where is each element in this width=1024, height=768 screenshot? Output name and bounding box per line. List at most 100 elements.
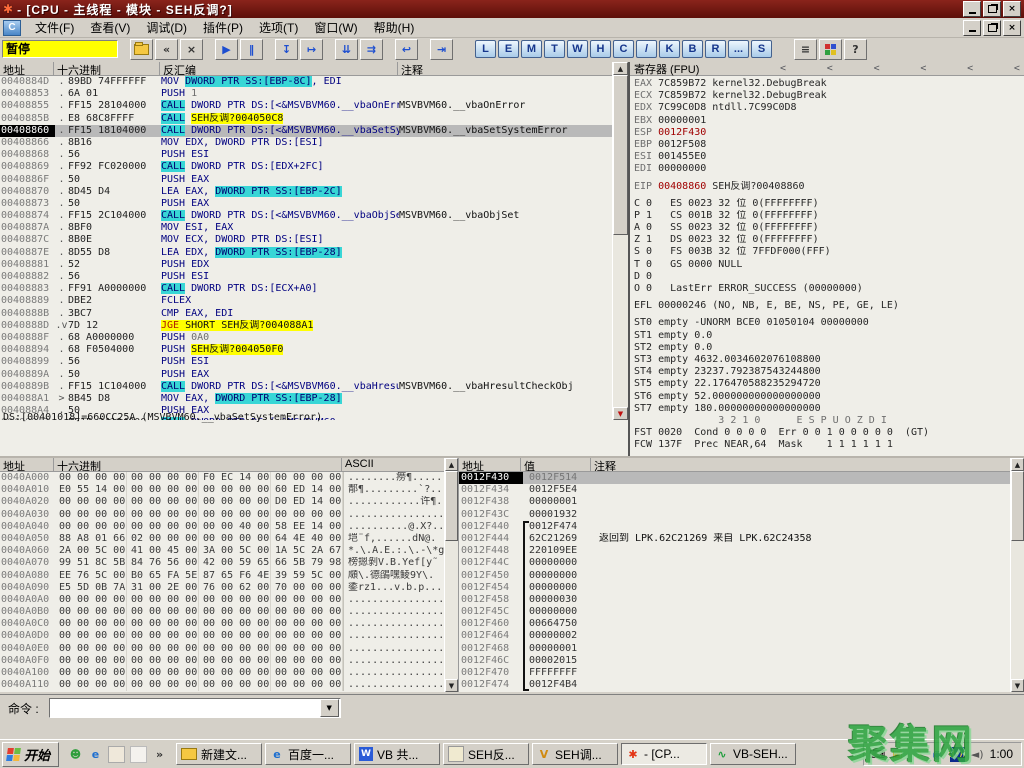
stack-row-0012F43C[interactable]: 0012F43C00001932 bbox=[459, 509, 1010, 521]
register-line-11[interactable]: C 0 ES 0023 32 位 0(FFFFFFFF) bbox=[630, 198, 1024, 210]
stack-col-address[interactable]: 地址 bbox=[459, 458, 521, 471]
dump-scroll-thumb[interactable] bbox=[445, 471, 458, 541]
window-button-T[interactable]: T bbox=[544, 40, 565, 58]
register-line-13[interactable]: A 0 SS 0023 32 位 0(FFFFFFFF) bbox=[630, 222, 1024, 234]
chevron-left-icon[interactable]: < bbox=[874, 63, 880, 74]
disasm-row-00408889[interactable]: 00408889.DBE2FCLEX bbox=[0, 295, 612, 307]
restore-button[interactable] bbox=[983, 1, 1001, 17]
dump-row-0040A030[interactable]: 0040A03000 00 00 0000 00 00 0000 00 00 0… bbox=[0, 509, 444, 521]
stack-row-0012F438[interactable]: 0012F43800000001 bbox=[459, 496, 1010, 508]
menu-item-6[interactable]: 帮助(H) bbox=[366, 17, 423, 38]
run-to-user-button[interactable]: ⇥ bbox=[430, 39, 453, 60]
stack-row-0012F440[interactable]: 0012F4400012F474 bbox=[459, 521, 1010, 533]
window-button-M[interactable]: M bbox=[521, 40, 542, 58]
dump-row-0040A0D0[interactable]: 0040A0D000 00 00 0000 00 00 0000 00 00 0… bbox=[0, 630, 444, 642]
internet-explorer-icon[interactable]: e bbox=[88, 747, 103, 762]
dump-row-0040A020[interactable]: 0040A02000 00 00 0000 00 00 0000 00 00 0… bbox=[0, 496, 444, 508]
col-disasm[interactable]: 反汇编 bbox=[160, 62, 398, 75]
register-line-32[interactable]: FCW 137F Prec NEAR,64 Mask 1 1 1 1 1 1 bbox=[630, 439, 1024, 451]
close-button[interactable]: × bbox=[1003, 1, 1021, 17]
open-file-button[interactable] bbox=[130, 39, 153, 60]
dump-row-0040A010[interactable]: 0040A010E0 55 14 0000 00 00 0000 00 00 0… bbox=[0, 484, 444, 496]
disasm-row-00408868[interactable]: 00408868.56PUSH ESI bbox=[0, 149, 612, 161]
register-line-1[interactable]: ECX 7C859B72 kernel32.DebugBreak bbox=[630, 90, 1024, 102]
register-line-16[interactable]: T 0 GS 0000 NULL bbox=[630, 259, 1024, 271]
dump-row-0040A040[interactable]: 0040A04000 00 00 0000 00 00 0000 00 40 0… bbox=[0, 521, 444, 533]
disasm-row-00408869[interactable]: 00408869.FF92 FC020000CALL DWORD PTR DS:… bbox=[0, 161, 612, 173]
stack-scroll-up-icon[interactable]: ▲ bbox=[1011, 458, 1024, 471]
disasm-row-00408881[interactable]: 00408881.52PUSH EDX bbox=[0, 259, 612, 271]
window-button-K[interactable]: K bbox=[659, 40, 680, 58]
window-button-C[interactable]: C bbox=[613, 40, 634, 58]
register-line-18[interactable]: O 0 LastErr ERROR_SUCCESS (00000000) bbox=[630, 283, 1024, 295]
register-line-5[interactable]: EBP 0012F508 bbox=[630, 139, 1024, 151]
register-line-6[interactable]: ESI 001455E0 bbox=[630, 151, 1024, 163]
help-button[interactable]: ? bbox=[844, 39, 867, 60]
disasm-row-00408874[interactable]: 00408874.FF15 2C104000CALL DWORD PTR DS:… bbox=[0, 210, 612, 222]
stack-row-0012F458[interactable]: 0012F45800000030 bbox=[459, 594, 1010, 606]
window-button-L[interactable]: L bbox=[475, 40, 496, 58]
chevron-left-icon[interactable]: < bbox=[967, 63, 973, 74]
register-line-22[interactable]: ST0 empty -UNORM BCE0 01050104 00000000 bbox=[630, 317, 1024, 329]
register-line-26[interactable]: ST4 empty 23237.792387543244800 bbox=[630, 366, 1024, 378]
window-button-B[interactable]: B bbox=[682, 40, 703, 58]
stack-row-0012F474[interactable]: 0012F4740012F4B4 bbox=[459, 679, 1010, 691]
dump-row-0040A0B0[interactable]: 0040A0B000 00 00 0000 00 00 0000 00 00 0… bbox=[0, 606, 444, 618]
register-line-15[interactable]: S 0 FS 003B 32 位 7FFDF000(FFF) bbox=[630, 246, 1024, 258]
dump-row-0040A090[interactable]: 0040A090E5 5D 0B 7A31 00 2E 0076 00 62 0… bbox=[0, 582, 444, 594]
stack-row-0012F46C[interactable]: 0012F46C00002015 bbox=[459, 655, 1010, 667]
dropdown-arrow-icon[interactable]: ▼ bbox=[320, 699, 339, 717]
disasm-row-0040886F[interactable]: 0040886F.50PUSH EAX bbox=[0, 174, 612, 186]
stack-row-0012F454[interactable]: 0012F45400000000 bbox=[459, 582, 1010, 594]
mdi-close-button[interactable]: × bbox=[1003, 20, 1021, 36]
window-button-/[interactable]: / bbox=[636, 40, 657, 58]
pause-button[interactable]: ‖ bbox=[240, 39, 263, 60]
run-to-return-button[interactable]: ↩ bbox=[395, 39, 418, 60]
step-into-button[interactable]: ↧ bbox=[275, 39, 298, 60]
window-button-E[interactable]: E bbox=[498, 40, 519, 58]
menu-item-5[interactable]: 窗口(W) bbox=[306, 17, 365, 38]
col-comment[interactable]: 注释 bbox=[398, 62, 628, 75]
dump-row-0040A050[interactable]: 0040A05088 A8 01 6602 00 00 0000 00 00 0… bbox=[0, 533, 444, 545]
disasm-row-0040887A[interactable]: 0040887A.8BF0MOV ESI, EAX bbox=[0, 222, 612, 234]
stack-row-0012F464[interactable]: 0012F46400000002 bbox=[459, 630, 1010, 642]
disasm-row-00408870[interactable]: 00408870.8D45 D4LEA EAX, DWORD PTR SS:[E… bbox=[0, 186, 612, 198]
stack-col-value[interactable]: 值 bbox=[521, 458, 591, 471]
disasm-row-00408866[interactable]: 00408866.8B16MOV EDX, DWORD PTR DS:[ESI] bbox=[0, 137, 612, 149]
dump-row-0040A080[interactable]: 0040A080EE 76 5C 00B0 65 FA 5E87 65 F6 4… bbox=[0, 570, 444, 582]
register-line-14[interactable]: Z 1 DS 0023 32 位 0(FFFFFFFF) bbox=[630, 234, 1024, 246]
dump-row-0040A0F0[interactable]: 0040A0F000 00 00 0000 00 00 0000 00 00 0… bbox=[0, 655, 444, 667]
col-hex[interactable]: 十六进制 bbox=[54, 62, 160, 75]
scroll-thumb[interactable] bbox=[613, 75, 628, 235]
dump-col-address[interactable]: 地址 bbox=[0, 458, 54, 471]
dump-row-0040A110[interactable]: 0040A11000 00 00 0000 00 00 0000 00 00 0… bbox=[0, 679, 444, 691]
disasm-row-0040885B[interactable]: 0040885B.E8 68C8FFFFCALL SEH反调?004050C8 bbox=[0, 113, 612, 125]
colors-button[interactable] bbox=[819, 39, 842, 60]
stack-row-0012F44C[interactable]: 0012F44C00000000 bbox=[459, 557, 1010, 569]
register-line-30[interactable]: 3 2 1 0 E S P U O Z D I bbox=[630, 415, 1024, 427]
register-line-27[interactable]: ST5 empty 22.176470588235294720 bbox=[630, 378, 1024, 390]
stack-scroll-down-icon[interactable]: ▼ bbox=[1011, 679, 1024, 692]
register-line-3[interactable]: EBX 00000001 bbox=[630, 115, 1024, 127]
mdi-minimize-button[interactable] bbox=[963, 20, 981, 36]
disasm-row-00408899[interactable]: 00408899.56PUSH ESI bbox=[0, 356, 612, 368]
chevron-left-icon[interactable]: < bbox=[1014, 63, 1020, 74]
dump-col-ascii[interactable]: ASCII bbox=[342, 458, 458, 471]
taskbar-button-1[interactable]: e百度一... bbox=[265, 743, 351, 765]
disasm-row-00408894[interactable]: 00408894.68 F0504000PUSH SEH反调?004050F0 bbox=[0, 344, 612, 356]
chevron-more-icon[interactable]: » bbox=[152, 747, 167, 762]
register-line-9[interactable]: EIP 00408860 SEH反调?00408860 bbox=[630, 181, 1024, 193]
window-button-W[interactable]: W bbox=[567, 40, 588, 58]
mdi-restore-button[interactable] bbox=[983, 20, 1001, 36]
col-address[interactable]: 地址 bbox=[0, 62, 54, 75]
register-line-23[interactable]: ST1 empty 0.0 bbox=[630, 330, 1024, 342]
menu-item-3[interactable]: 插件(P) bbox=[195, 17, 251, 38]
window-button-S[interactable]: S bbox=[751, 40, 772, 58]
close-process-button[interactable]: × bbox=[180, 39, 203, 60]
register-line-4[interactable]: ESP 0012F430 bbox=[630, 127, 1024, 139]
disasm-row-004088A1[interactable]: 004088A1>8B45 D8MOV EAX, DWORD PTR SS:[E… bbox=[0, 393, 612, 405]
register-line-7[interactable]: EDI 00000000 bbox=[630, 163, 1024, 175]
disassembly-scrollbar[interactable]: ▲ ▼ bbox=[612, 62, 628, 420]
window-button-R[interactable]: R bbox=[705, 40, 726, 58]
chevron-left-icon[interactable]: < bbox=[780, 63, 786, 74]
